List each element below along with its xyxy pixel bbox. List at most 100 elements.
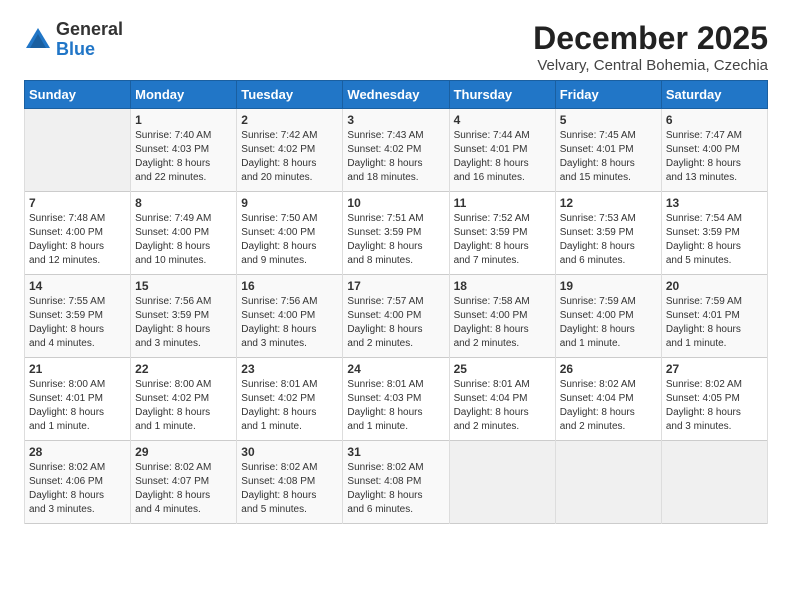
title-block: December 2025 Velvary, Central Bohemia, … [533,20,768,74]
location: Velvary, Central Bohemia, Czechia [533,57,768,74]
day-info: Sunrise: 7:47 AM Sunset: 4:00 PM Dayligh… [666,129,763,185]
day-info: Sunrise: 7:58 AM Sunset: 4:00 PM Dayligh… [454,295,551,351]
calendar-cell: 23 Sunrise: 8:01 AM Sunset: 4:02 PM Dayli… [237,358,343,441]
logo-blue: Blue [56,39,95,59]
day-number: 13 [666,196,763,210]
day-number: 28 [29,445,126,459]
day-info: Sunrise: 7:48 AM Sunset: 4:00 PM Dayligh… [29,212,126,268]
calendar-cell: 13 Sunrise: 7:54 AM Sunset: 3:59 PM Dayli… [661,192,767,275]
day-number: 25 [454,362,551,376]
day-number: 14 [29,279,126,293]
calendar-cell [661,441,767,524]
day-number: 11 [454,196,551,210]
calendar-cell: 1Sunrise: 7:40 AM Sunset: 4:03 PM Daylig… [131,109,237,192]
calendar-cell: 6 Sunrise: 7:47 AM Sunset: 4:00 PM Daylig… [661,109,767,192]
day-info: Sunrise: 7:49 AM Sunset: 4:00 PM Dayligh… [135,212,232,268]
calendar-cell: 24Sunrise: 8:01 AM Sunset: 4:03 PM Dayli… [343,358,449,441]
calendar-cell: 21Sunrise: 8:00 AM Sunset: 4:01 PM Dayli… [25,358,131,441]
calendar-table: SundayMondayTuesdayWednesdayThursdayFrid… [24,80,768,524]
calendar-cell: 9Sunrise: 7:50 AM Sunset: 4:00 PM Daylig… [237,192,343,275]
day-info: Sunrise: 7:45 AM Sunset: 4:01 PM Dayligh… [560,129,657,185]
day-info: Sunrise: 8:01 AM Sunset: 4:04 PM Dayligh… [454,378,551,434]
day-number: 7 [29,196,126,210]
day-info: Sunrise: 7:52 AM Sunset: 3:59 PM Dayligh… [454,212,551,268]
calendar-cell: 20 Sunrise: 7:59 AM Sunset: 4:01 PM Dayli… [661,275,767,358]
month-title: December 2025 [533,20,768,57]
calendar-cell: 28 Sunrise: 8:02 AM Sunset: 4:06 PM Dayli… [25,441,131,524]
calendar-cell: 30 Sunrise: 8:02 AM Sunset: 4:08 PM Dayli… [237,441,343,524]
calendar-cell: 26 Sunrise: 8:02 AM Sunset: 4:04 PM Dayli… [555,358,661,441]
day-number: 26 [560,362,657,376]
header-cell-thursday: Thursday [449,81,555,109]
calendar-cell: 7 Sunrise: 7:48 AM Sunset: 4:00 PM Daylig… [25,192,131,275]
day-info: Sunrise: 8:02 AM Sunset: 4:08 PM Dayligh… [241,461,338,517]
day-info: Sunrise: 7:59 AM Sunset: 4:00 PM Dayligh… [560,295,657,351]
calendar-body: 1Sunrise: 7:40 AM Sunset: 4:03 PM Daylig… [25,109,768,524]
calendar-cell: 18Sunrise: 7:58 AM Sunset: 4:00 PM Dayli… [449,275,555,358]
day-info: Sunrise: 8:00 AM Sunset: 4:02 PM Dayligh… [135,378,232,434]
day-number: 4 [454,113,551,127]
day-info: Sunrise: 8:02 AM Sunset: 4:04 PM Dayligh… [560,378,657,434]
calendar-cell: 19Sunrise: 7:59 AM Sunset: 4:00 PM Dayli… [555,275,661,358]
calendar-cell: 10 Sunrise: 7:51 AM Sunset: 3:59 PM Dayli… [343,192,449,275]
calendar-cell: 4Sunrise: 7:44 AM Sunset: 4:01 PM Daylig… [449,109,555,192]
day-info: Sunrise: 7:50 AM Sunset: 4:00 PM Dayligh… [241,212,338,268]
calendar-week-2: 14 Sunrise: 7:55 AM Sunset: 3:59 PM Dayli… [25,275,768,358]
day-info: Sunrise: 7:42 AM Sunset: 4:02 PM Dayligh… [241,129,338,185]
day-number: 2 [241,113,338,127]
calendar-cell: 14 Sunrise: 7:55 AM Sunset: 3:59 PM Dayli… [25,275,131,358]
day-info: Sunrise: 8:01 AM Sunset: 4:02 PM Dayligh… [241,378,338,434]
calendar-week-4: 28 Sunrise: 8:02 AM Sunset: 4:06 PM Dayli… [25,441,768,524]
day-number: 29 [135,445,232,459]
day-info: Sunrise: 8:02 AM Sunset: 4:08 PM Dayligh… [347,461,444,517]
day-number: 12 [560,196,657,210]
day-number: 10 [347,196,444,210]
day-info: Sunrise: 7:56 AM Sunset: 3:59 PM Dayligh… [135,295,232,351]
day-info: Sunrise: 8:01 AM Sunset: 4:03 PM Dayligh… [347,378,444,434]
calendar-cell [449,441,555,524]
day-info: Sunrise: 7:56 AM Sunset: 4:00 PM Dayligh… [241,295,338,351]
day-info: Sunrise: 8:02 AM Sunset: 4:07 PM Dayligh… [135,461,232,517]
logo-text: General Blue [56,20,123,60]
calendar-cell: 12Sunrise: 7:53 AM Sunset: 3:59 PM Dayli… [555,192,661,275]
day-number: 30 [241,445,338,459]
header-cell-friday: Friday [555,81,661,109]
calendar-cell: 25 Sunrise: 8:01 AM Sunset: 4:04 PM Dayli… [449,358,555,441]
calendar-cell: 3Sunrise: 7:43 AM Sunset: 4:02 PM Daylig… [343,109,449,192]
day-number: 20 [666,279,763,293]
calendar-cell: 17 Sunrise: 7:57 AM Sunset: 4:00 PM Dayli… [343,275,449,358]
day-info: Sunrise: 7:57 AM Sunset: 4:00 PM Dayligh… [347,295,444,351]
calendar-cell: 27Sunrise: 8:02 AM Sunset: 4:05 PM Dayli… [661,358,767,441]
day-number: 17 [347,279,444,293]
day-info: Sunrise: 7:55 AM Sunset: 3:59 PM Dayligh… [29,295,126,351]
page-header: General Blue December 2025 Velvary, Cent… [24,20,768,74]
header-cell-wednesday: Wednesday [343,81,449,109]
calendar-cell: 2 Sunrise: 7:42 AM Sunset: 4:02 PM Daylig… [237,109,343,192]
calendar-cell: 5 Sunrise: 7:45 AM Sunset: 4:01 PM Daylig… [555,109,661,192]
day-number: 6 [666,113,763,127]
day-info: Sunrise: 7:51 AM Sunset: 3:59 PM Dayligh… [347,212,444,268]
day-number: 3 [347,113,444,127]
day-number: 23 [241,362,338,376]
header-cell-saturday: Saturday [661,81,767,109]
day-info: Sunrise: 7:59 AM Sunset: 4:01 PM Dayligh… [666,295,763,351]
header-cell-monday: Monday [131,81,237,109]
calendar-cell: 31Sunrise: 8:02 AM Sunset: 4:08 PM Dayli… [343,441,449,524]
day-number: 8 [135,196,232,210]
day-number: 27 [666,362,763,376]
day-number: 15 [135,279,232,293]
header-cell-tuesday: Tuesday [237,81,343,109]
calendar-cell: 16Sunrise: 7:56 AM Sunset: 4:00 PM Dayli… [237,275,343,358]
day-number: 22 [135,362,232,376]
day-info: Sunrise: 7:54 AM Sunset: 3:59 PM Dayligh… [666,212,763,268]
logo-icon [24,26,52,54]
calendar-week-1: 7 Sunrise: 7:48 AM Sunset: 4:00 PM Daylig… [25,192,768,275]
calendar-cell: 29 Sunrise: 8:02 AM Sunset: 4:07 PM Dayli… [131,441,237,524]
calendar-header: SundayMondayTuesdayWednesdayThursdayFrid… [25,81,768,109]
day-info: Sunrise: 8:02 AM Sunset: 4:06 PM Dayligh… [29,461,126,517]
calendar-cell: 11 Sunrise: 7:52 AM Sunset: 3:59 PM Dayli… [449,192,555,275]
calendar-cell [555,441,661,524]
day-number: 5 [560,113,657,127]
day-info: Sunrise: 8:00 AM Sunset: 4:01 PM Dayligh… [29,378,126,434]
header-row: SundayMondayTuesdayWednesdayThursdayFrid… [25,81,768,109]
